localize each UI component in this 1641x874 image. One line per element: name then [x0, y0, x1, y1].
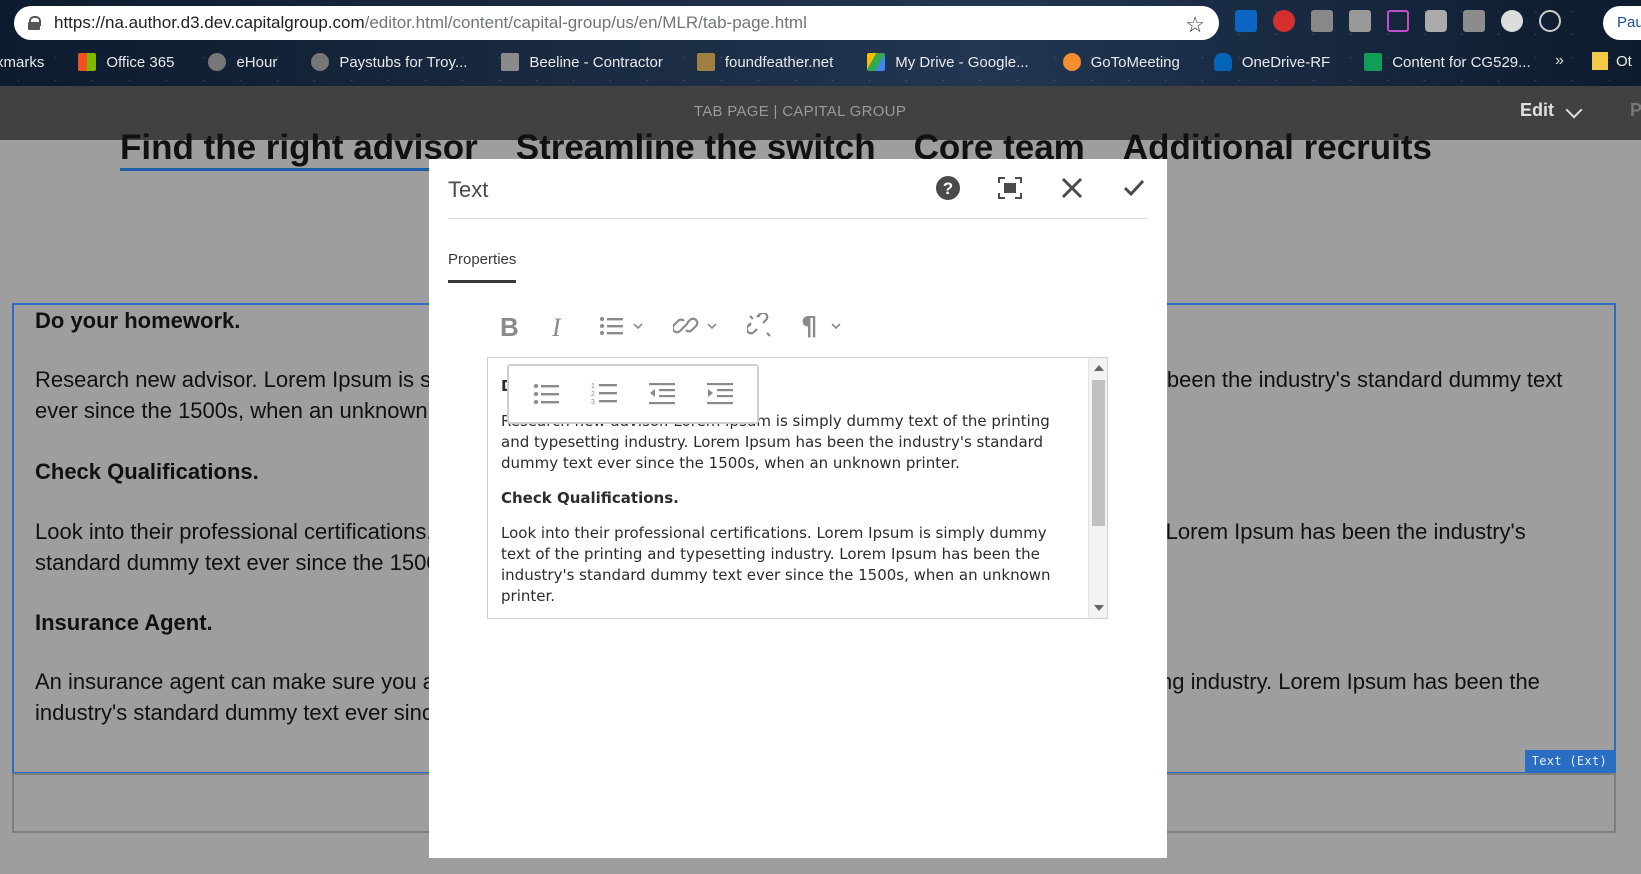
- svg-text:I: I: [551, 313, 562, 339]
- dialog-divider: [448, 218, 1148, 219]
- rte-scrollbar[interactable]: [1088, 358, 1107, 618]
- bookmarks-bar: xmarks Office 365 eHour Paystubs for Tro…: [0, 44, 1565, 80]
- mode-selector[interactable]: Edit: [1520, 100, 1554, 121]
- list-icon[interactable]: [599, 309, 645, 343]
- italic-icon[interactable]: I: [549, 309, 571, 343]
- rte-body-qualifications: Look into their professional certificati…: [501, 524, 1051, 605]
- tabs-extension-icon[interactable]: [1387, 10, 1409, 32]
- browser-chrome: https://na.author.d3.dev.capitalgroup.co…: [0, 0, 1641, 86]
- unlink-icon[interactable]: [747, 309, 773, 343]
- outdent-icon[interactable]: [645, 377, 679, 411]
- preview-button[interactable]: P: [1630, 100, 1641, 121]
- bulleted-list-icon[interactable]: [529, 377, 563, 411]
- address-bar[interactable]: https://na.author.d3.dev.capitalgroup.co…: [14, 6, 1219, 40]
- indent-icon[interactable]: [703, 377, 737, 411]
- globe-icon: [311, 53, 330, 71]
- g-extension-icon[interactable]: [1349, 10, 1371, 32]
- component-badge: Text (Ext): [1524, 750, 1614, 772]
- tab-additional-recruits[interactable]: Additional recruits: [1123, 128, 1432, 171]
- bookmarks-overflow-button[interactable]: »: [1555, 52, 1564, 70]
- camera-extension-icon[interactable]: [1425, 10, 1447, 32]
- bookmark-foundfeather[interactable]: foundfeather.net: [696, 53, 833, 71]
- onedrive-icon: [1213, 53, 1232, 71]
- svg-text:1: 1: [591, 383, 595, 390]
- bold-icon[interactable]: B: [499, 309, 521, 343]
- bookmark-beeline[interactable]: Beeline - Contractor: [501, 53, 663, 71]
- svg-text:B: B: [500, 313, 519, 339]
- fullscreen-icon[interactable]: [995, 173, 1025, 203]
- bookmark-onedrive[interactable]: OneDrive-RF: [1213, 53, 1330, 71]
- link-icon[interactable]: [673, 309, 719, 343]
- rte-toolbar: B I ¶: [499, 309, 843, 343]
- scroll-up-icon[interactable]: [1094, 365, 1104, 371]
- profile-button[interactable]: Pau: [1603, 6, 1641, 40]
- confirm-icon[interactable]: [1119, 173, 1149, 203]
- svg-text:?: ?: [943, 179, 953, 198]
- list-popover: 123: [507, 364, 759, 424]
- bookmark-gotomeeting[interactable]: GoToMeeting: [1062, 53, 1180, 71]
- search-extension-icon[interactable]: [1539, 10, 1561, 32]
- rte-heading-qualifications: Check Qualifications.: [501, 489, 679, 507]
- bookmark-ehour[interactable]: eHour: [208, 53, 277, 71]
- bookmark-mydrive[interactable]: My Drive - Google...: [867, 53, 1029, 71]
- microsoft-logo-icon: [78, 53, 97, 71]
- tab-properties[interactable]: Properties: [448, 251, 517, 283]
- url-text[interactable]: https://na.author.d3.dev.capitalgroup.co…: [54, 13, 807, 33]
- help-icon[interactable]: ?: [933, 173, 963, 203]
- page-title: TAB PAGE | CAPITAL GROUP: [693, 103, 907, 120]
- bookmark-star-icon[interactable]: ☆: [1185, 12, 1205, 38]
- dialog-actions: ?: [933, 173, 1149, 203]
- beeline-icon: [501, 53, 520, 71]
- paragraph-icon[interactable]: ¶: [801, 309, 843, 343]
- bookmark-content-cg529[interactable]: Content for CG529...: [1364, 53, 1531, 71]
- bookmark-paystubs[interactable]: Paystubs for Troy...: [311, 53, 467, 71]
- bookmark-office365[interactable]: Office 365: [78, 53, 174, 71]
- extensions-bar: [1235, 10, 1561, 34]
- other-bookmarks-button[interactable]: Ot: [1592, 52, 1632, 70]
- print-extension-icon[interactable]: [1463, 10, 1485, 32]
- scroll-down-icon[interactable]: [1094, 605, 1104, 611]
- google-drive-icon: [867, 53, 886, 71]
- google-sheets-icon: [1364, 53, 1383, 71]
- numbered-list-icon[interactable]: 123: [587, 377, 621, 411]
- lock-icon: [28, 16, 41, 30]
- tab-find-advisor[interactable]: Find the right advisor: [120, 128, 478, 171]
- svg-text:2: 2: [591, 391, 595, 398]
- bookmark-item[interactable]: xmarks: [0, 54, 44, 71]
- text-dialog: Text ? Properties B I ¶ Research new adv…: [429, 159, 1167, 858]
- t-extension-icon[interactable]: [1311, 10, 1333, 32]
- feather-icon: [696, 53, 715, 71]
- globe-icon: [208, 53, 227, 71]
- linkedin-extension-icon[interactable]: [1235, 10, 1257, 32]
- gotomeeting-icon: [1062, 53, 1081, 71]
- dialog-title: Text: [448, 177, 489, 202]
- folder-icon: [1592, 52, 1608, 70]
- cors-extension-icon[interactable]: [1273, 10, 1295, 32]
- svg-text:3: 3: [591, 399, 595, 406]
- close-icon[interactable]: [1057, 173, 1087, 203]
- svg-text:¶: ¶: [801, 313, 818, 339]
- scroll-thumb[interactable]: [1092, 380, 1105, 526]
- circle-extension-icon[interactable]: [1501, 10, 1523, 32]
